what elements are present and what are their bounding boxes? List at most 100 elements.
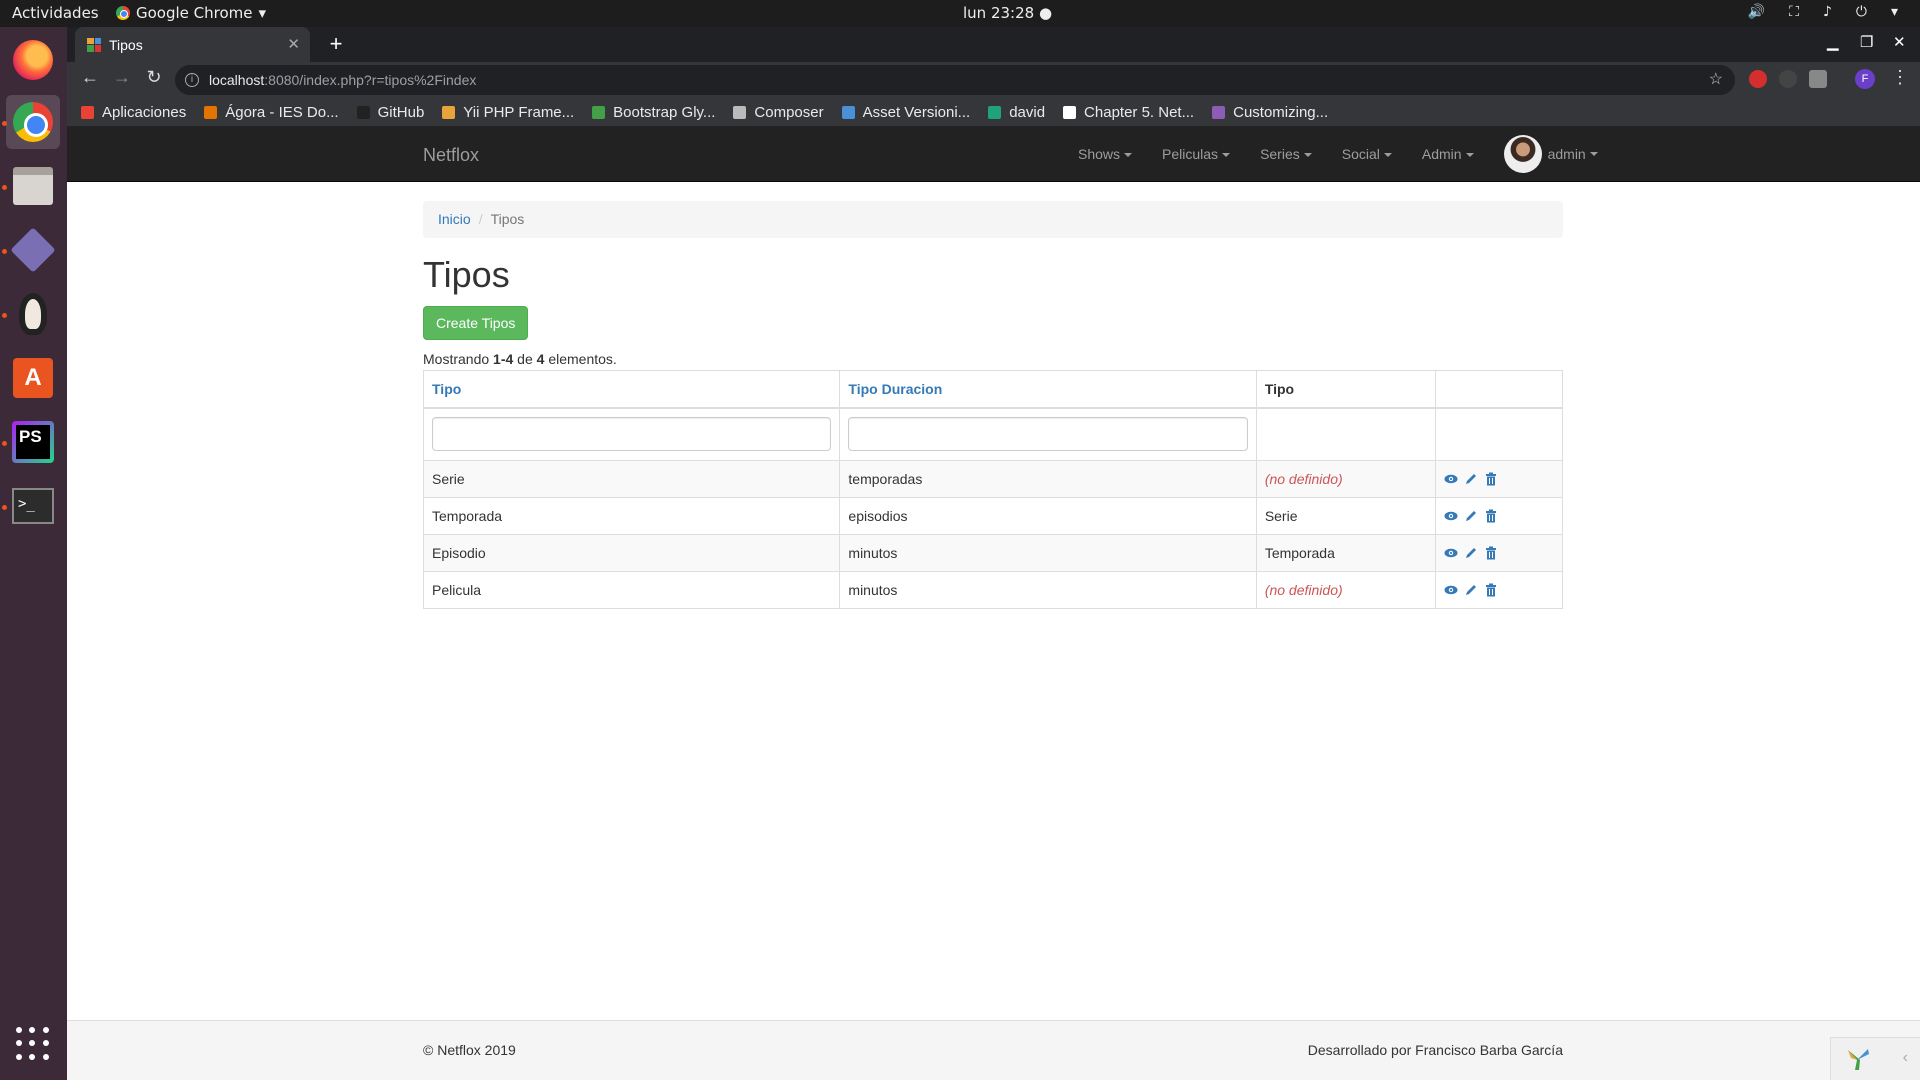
edit-pencil-icon[interactable] [1464,583,1478,597]
caret-down-icon [1383,153,1392,158]
new-tab-button[interactable]: + [322,31,350,59]
view-eye-icon[interactable] [1444,509,1458,523]
running-indicator [2,121,7,126]
nav-shows[interactable]: Shows [1063,146,1147,162]
bookmark-item[interactable]: Ágora - IES Do... [204,104,339,121]
terminal-icon: >_ [12,488,54,524]
grid-summary: Mostrando 1-4 de 4 elementos. [423,351,617,367]
nav-admin[interactable]: Admin [1407,146,1489,162]
bookmark-label: GitHub [377,103,425,121]
git-icon [10,227,56,273]
bookmark-label: Aplicaciones [102,103,187,121]
network-icon[interactable]: ⛶ [1789,4,1799,20]
url-host: localhost [209,72,265,88]
nav-series[interactable]: Series [1245,146,1327,162]
bookmark-star-icon[interactable]: ☆ [1709,65,1723,95]
dock-terminal[interactable]: >_ [6,479,60,533]
clock[interactable]: lun 23:28 ● [963,4,1052,22]
footer: © Netflox 2019 Desarrollado por Francisc… [67,1020,1920,1080]
create-tipos-button[interactable]: Create Tipos [423,306,529,340]
speaker-icon[interactable]: 🔊 [1748,4,1765,20]
chevron-down-icon: ▾ [258,4,267,22]
activities-button[interactable]: Actividades [12,4,99,22]
apps-grid-icon [81,105,94,119]
filter-row [422,407,1564,461]
extension-adblock-icon[interactable] [1749,70,1767,88]
sort-tipo-link[interactable]: Tipo [432,381,461,397]
table-row: Serie temporadas (no definido) [422,460,1564,498]
delete-trash-icon[interactable] [1484,509,1498,523]
nav-social[interactable]: Social [1327,146,1407,162]
nav-user-menu[interactable]: admin [1489,135,1598,173]
yii-debug-toolbar[interactable]: ‹ [1830,1037,1920,1080]
sort-tipo-duracion-link[interactable]: Tipo Duracion [848,381,942,397]
show-apps-icon[interactable] [16,1027,50,1061]
forward-arrow-icon[interactable]: → [109,67,135,88]
dock-software[interactable]: A [6,351,60,405]
site-navbar: Netflox Shows Peliculas Series Social Ad… [67,126,1920,182]
caret-down-icon [1465,153,1474,158]
bookmark-item[interactable]: GitHub [356,103,425,121]
bookmark-item[interactable]: Aplicaciones [81,104,186,121]
menu-kebab-icon[interactable]: ⋮ [1887,67,1913,88]
chevron-left-icon[interactable]: ‹ [1903,1049,1908,1067]
nav-peliculas[interactable]: Peliculas [1147,146,1245,162]
bookmark-favicon-icon [592,105,606,119]
breadcrumb-home-link[interactable]: Inicio [438,211,471,227]
column-header-tipo-duracion[interactable]: Tipo Duracion [839,370,1257,409]
restore-icon[interactable]: ❐ [1860,33,1873,51]
delete-trash-icon[interactable] [1484,583,1498,597]
bookmark-label: Asset Versioni... [862,103,971,121]
back-arrow-icon[interactable]: ← [77,67,103,88]
delete-trash-icon[interactable] [1484,472,1498,486]
dock-git[interactable] [6,223,60,277]
bookmark-item[interactable]: Customizing... [1212,104,1328,121]
bookmark-favicon-icon [1212,105,1226,119]
dock-pidgin[interactable] [6,287,60,341]
edit-pencil-icon[interactable] [1464,546,1478,560]
bookmark-item[interactable]: Composer [733,104,824,121]
app-menu[interactable]: Google Chrome ▾ [116,4,266,22]
minimize-icon[interactable]: ▁ [1827,33,1839,51]
edit-pencil-icon[interactable] [1464,509,1478,523]
dock-firefox[interactable] [6,33,60,87]
delete-trash-icon[interactable] [1484,546,1498,560]
cell-tipo: Episodio [422,534,841,572]
bookmark-item[interactable]: Chapter 5. Net... [1063,104,1194,121]
tab-active[interactable]: Tipos ✕ [75,27,310,62]
bookmark-item[interactable]: david [988,104,1045,121]
software-store-icon: A [13,358,53,398]
reload-icon[interactable]: ↻ [141,67,167,88]
column-header-padre: Tipo [1255,370,1436,409]
filter-duracion-input[interactable] [848,417,1248,452]
dock-files[interactable] [6,159,60,213]
system-tray[interactable]: 🔊 ⛶ ♪ ⏻ ▾ [1748,4,1898,20]
cell-tipo: Pelicula [422,571,841,609]
site-brand[interactable]: Netflox [423,145,479,166]
view-eye-icon[interactable] [1444,583,1458,597]
cell-actions [1434,571,1564,609]
view-eye-icon[interactable] [1444,472,1458,486]
close-tab-icon[interactable]: ✕ [287,35,300,53]
chevron-down-icon[interactable]: ▾ [1891,4,1898,20]
column-header-tipo[interactable]: Tipo [422,370,841,409]
info-icon[interactable]: i [185,73,199,87]
bookmark-item[interactable]: Asset Versioni... [841,103,971,121]
bookmark-item[interactable]: Yii PHP Frame... [442,104,574,121]
edit-pencil-icon[interactable] [1464,472,1478,486]
dock-chrome[interactable] [6,95,60,149]
address-bar[interactable]: i localhost:8080/index.php?r=tipos%2Find… [175,65,1735,95]
volume-icon[interactable]: ♪ [1823,4,1832,20]
close-window-icon[interactable]: ✕ [1893,33,1906,51]
extension-grid-icon[interactable] [1809,70,1827,88]
bookmark-item[interactable]: Bootstrap Gly... [592,104,715,121]
profile-avatar[interactable]: F [1855,69,1875,89]
cell-duracion: episodios [839,497,1257,535]
caret-down-icon [1589,152,1598,156]
dock-phpstorm[interactable]: PS [6,415,60,469]
filter-tipo-input[interactable] [432,417,832,452]
view-eye-icon[interactable] [1444,546,1458,560]
breadcrumb-current: Tipos [490,211,525,227]
power-icon[interactable]: ⏻ [1856,4,1867,20]
extension-icon[interactable] [1779,70,1797,88]
